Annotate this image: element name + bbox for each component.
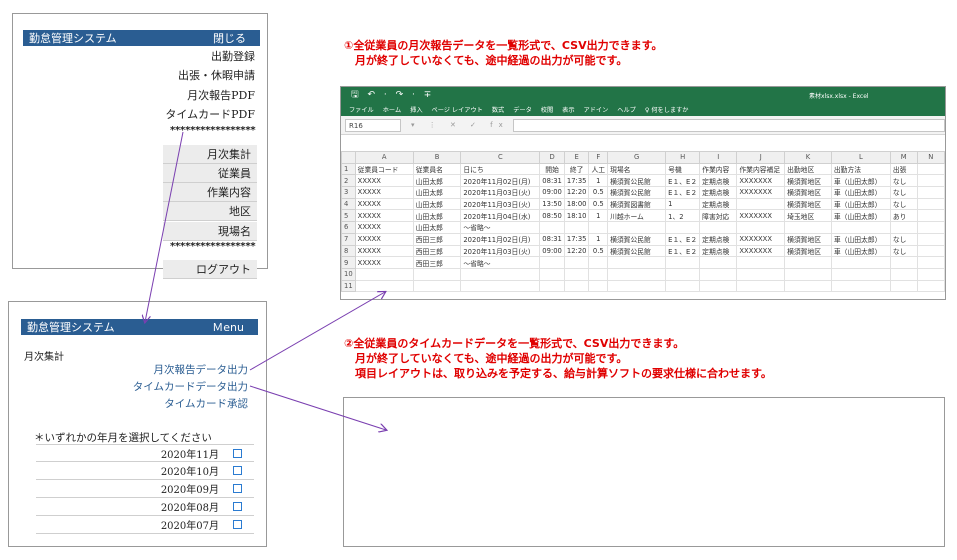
arrow-menu-to-monthly xyxy=(145,131,184,322)
arrow-to-excel xyxy=(249,292,385,371)
connector-arrows xyxy=(0,131,957,560)
arrow-to-blank xyxy=(249,385,386,430)
